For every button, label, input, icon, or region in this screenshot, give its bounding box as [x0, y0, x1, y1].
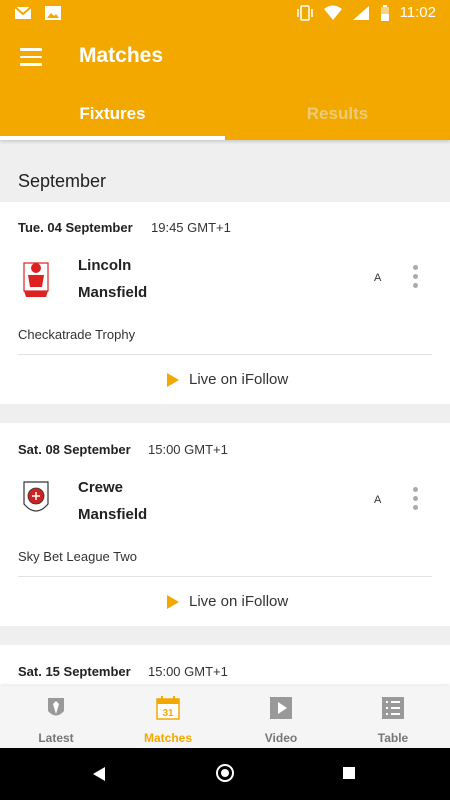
- home-team: Crewe: [78, 479, 124, 496]
- away-team: Mansfield: [78, 284, 148, 301]
- vibrate-icon: [296, 4, 313, 21]
- venue-indicator: A: [374, 272, 382, 284]
- fixture-date: Sat. 08 September: [18, 442, 131, 457]
- system-navigation-bar: [0, 748, 450, 800]
- divider: [18, 576, 432, 577]
- app-bar: Matches: [0, 28, 450, 88]
- fixture-card: Tue. 04 September 19:45 GMT+1 Lincoln Ma…: [0, 202, 450, 404]
- bottom-navigation: Latest 31 Matches Video Table: [0, 686, 450, 748]
- calendar-day-number: 31: [162, 708, 174, 719]
- video-play-icon: [270, 697, 292, 719]
- hamburger-menu-icon[interactable]: [20, 48, 42, 66]
- table-list-icon: [382, 697, 404, 719]
- tab-bar: Fixtures Results: [0, 88, 450, 140]
- signal-icon: [352, 5, 369, 20]
- wifi-icon: [323, 5, 342, 20]
- play-icon: [167, 372, 179, 387]
- status-bar: 11:02: [0, 0, 450, 28]
- home-team: Lincoln: [78, 257, 132, 274]
- venue-indicator: A: [374, 494, 382, 506]
- active-tab-indicator: [0, 136, 225, 140]
- month-header: September: [18, 171, 107, 191]
- page-title: Matches: [79, 44, 164, 67]
- calendar-icon: 31: [156, 696, 180, 720]
- photo-icon: [45, 6, 61, 20]
- more-options-icon[interactable]: [406, 487, 424, 515]
- live-on-ifollow-link[interactable]: Live on iFollow: [167, 371, 288, 388]
- shield-icon: [48, 698, 64, 716]
- fixture-card: Sat. 15 September 15:00 GMT+1: [0, 645, 450, 686]
- more-options-icon[interactable]: [406, 265, 424, 293]
- fixture-time: 15:00 GMT+1: [148, 664, 228, 679]
- live-on-ifollow-link[interactable]: Live on iFollow: [167, 593, 288, 610]
- competition-name: Sky Bet League Two: [18, 549, 138, 564]
- nav-table[interactable]: Table: [337, 686, 449, 748]
- play-icon: [167, 594, 179, 609]
- tab-fixtures[interactable]: Fixtures: [0, 88, 225, 140]
- battery-icon: [380, 4, 389, 21]
- nav-label: Matches: [143, 731, 193, 745]
- fixture-card: Sat. 08 September 15:00 GMT+1 Crewe Mans…: [0, 423, 450, 626]
- tab-results[interactable]: Results: [225, 88, 450, 140]
- nav-matches[interactable]: 31 Matches: [112, 686, 224, 748]
- crewe-crest-icon: [23, 481, 49, 512]
- competition-name: Checkatrade Trophy: [18, 327, 136, 342]
- fixture-date: Sat. 15 September: [18, 664, 131, 679]
- fixture-date: Tue. 04 September: [18, 220, 133, 235]
- home-icon[interactable]: [216, 764, 234, 782]
- nav-label: Video: [264, 731, 298, 745]
- nav-label: Table: [377, 731, 409, 745]
- fixture-time: 15:00 GMT+1: [148, 442, 228, 457]
- live-label: Live on iFollow: [189, 371, 289, 388]
- gmail-icon: [14, 6, 32, 19]
- nav-latest[interactable]: Latest: [0, 686, 112, 748]
- away-team: Mansfield: [78, 506, 148, 523]
- fixture-time: 19:45 GMT+1: [151, 220, 231, 235]
- lincoln-crest-icon: [23, 262, 49, 297]
- recent-apps-icon[interactable]: [343, 767, 355, 779]
- divider: [18, 354, 432, 355]
- back-icon[interactable]: [93, 767, 105, 781]
- nav-video[interactable]: Video: [225, 686, 337, 748]
- nav-label: Latest: [38, 731, 74, 745]
- clock: 11:02: [399, 4, 436, 21]
- live-label: Live on iFollow: [189, 593, 289, 610]
